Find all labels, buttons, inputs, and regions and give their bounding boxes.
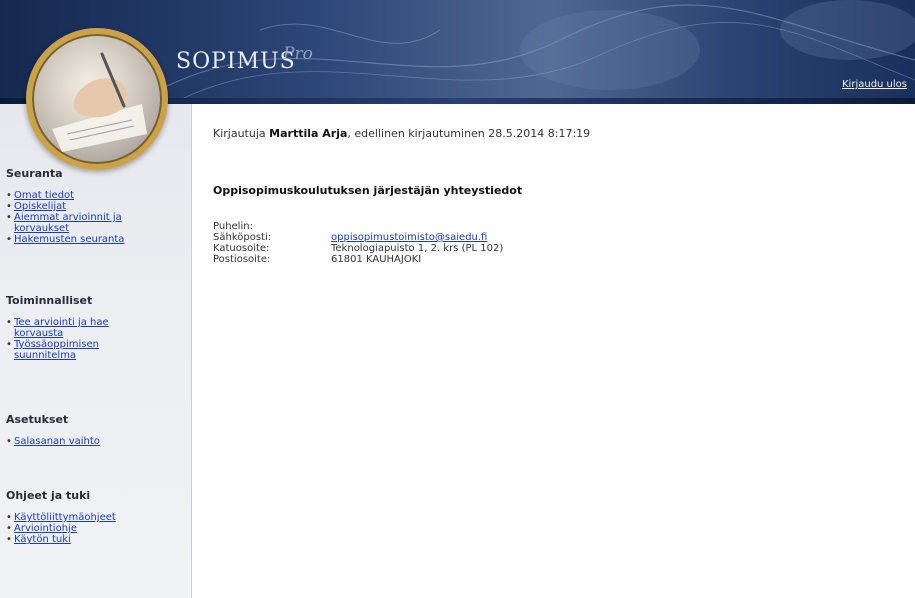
nav-section-seuranta: Seuranta • Omat tiedot • Opiskelijat • Aiem… (0, 167, 191, 245)
login-user-name: Marttila Arja (269, 127, 348, 140)
nav-item: • Käyttöliittymäohjeet (6, 512, 191, 523)
writing-hand-icon (52, 52, 147, 152)
contact-value: 61801 KAUHAJOKI (331, 254, 422, 265)
nav-item: • Omat tiedot (6, 190, 191, 201)
nav-section-ohjeet-ja-tuki: Ohjeet ja tuki • Käyttöliittymäohjeet • Ar… (0, 489, 191, 545)
nav-link-opiskelijat[interactable]: Opiskelijat (14, 201, 164, 212)
contact-label: Katuosoite: (213, 243, 270, 254)
nav-item: • Aiemmat arvioinnit ja korvaukset (6, 212, 191, 234)
bullet-icon: • (6, 534, 12, 545)
bullet-icon: • (6, 212, 12, 223)
sidebar: Seuranta • Omat tiedot • Opiskelijat • Aiem… (0, 104, 192, 598)
nav-item: • Hakemusten seuranta (6, 234, 191, 245)
contact-section-title: Oppisopimuskoulutuksen järjestäjän yhtey… (213, 184, 523, 197)
nav-link-arviointiohje[interactable]: Arviointiohje (14, 523, 164, 534)
contact-row-email: Sähköposti: oppisopimustoimisto@saiedu.f… (213, 232, 503, 243)
nav-heading: Toiminnalliset (6, 294, 93, 307)
nav-item: • Salasanan vaihto (6, 436, 191, 447)
logout-link[interactable]: Kirjaudu ulos (842, 79, 907, 90)
contact-info-table: Puhelin: Sähköposti: oppisopimustoimisto… (213, 221, 503, 265)
contact-label: Postiosoite: (213, 254, 271, 265)
contact-row-postal-address: Postiosoite: 61801 KAUHAJOKI (213, 254, 503, 265)
nav-link-aiemmat-arvioinnit[interactable]: Aiemmat arvioinnit ja korvaukset (14, 212, 164, 234)
contact-value: Teknologiapuisto 1, 2. krs (PL 102) (331, 243, 504, 254)
logo-photo-icon (26, 28, 168, 170)
bullet-icon: • (6, 317, 12, 328)
nav-item: • Arviointiohje (6, 523, 191, 534)
nav-item: • Työssäoppimisen suunnitelma (6, 339, 191, 361)
nav-link-tyossaoppimisen-suunnitelma[interactable]: Työssäoppimisen suunnitelma (14, 339, 134, 361)
bullet-icon: • (6, 436, 12, 447)
contact-row-phone: Puhelin: (213, 221, 503, 232)
contact-label: Puhelin: (213, 221, 253, 232)
contact-value (331, 221, 503, 232)
nav-heading: Ohjeet ja tuki (6, 489, 91, 502)
nav-link-tee-arviointi[interactable]: Tee arviointi ja hae korvausta (14, 317, 134, 339)
contact-row-street-address: Katuosoite: Teknologiapuisto 1, 2. krs (… (213, 243, 503, 254)
bullet-icon: • (6, 339, 12, 350)
bullet-icon: • (6, 523, 12, 534)
bullet-icon: • (6, 190, 12, 201)
nav-item: • Opiskelijat (6, 201, 191, 212)
app-logo-script: Pro (283, 44, 313, 64)
bullet-icon: • (6, 201, 12, 212)
app-logo-wordmark: SOPIMUS (176, 49, 296, 74)
nav-section-toiminnalliset: Toiminnalliset • Tee arviointi ja hae kor… (0, 294, 191, 361)
login-last-time: , edellinen kirjautuminen 28.5.2014 8:17… (347, 127, 591, 140)
nav-heading: Asetukset (6, 413, 69, 426)
nav-section-asetukset: Asetukset • Salasanan vaihto (0, 413, 191, 447)
login-info: Kirjautuja Marttila Arja, edellinen kirj… (213, 127, 590, 140)
contact-label: Sähköposti: (213, 232, 272, 243)
nav-link-kayttoliittymaohjeet[interactable]: Käyttöliittymäohjeet (14, 512, 164, 523)
nav-link-salasanan-vaihto[interactable]: Salasanan vaihto (14, 436, 164, 447)
nav-item: • Tee arviointi ja hae korvausta (6, 317, 191, 339)
main-content: Kirjautuja Marttila Arja, edellinen kirj… (201, 104, 901, 598)
login-prefix: Kirjautuja (213, 127, 266, 140)
nav-link-kayton-tuki[interactable]: Käytön tuki (14, 534, 164, 545)
nav-link-omat-tiedot[interactable]: Omat tiedot (14, 190, 164, 201)
bullet-icon: • (6, 512, 12, 523)
nav-link-hakemusten-seuranta[interactable]: Hakemusten seuranta (14, 234, 164, 245)
email-link[interactable]: oppisopimustoimisto@saiedu.fi (331, 232, 487, 243)
bullet-icon: • (6, 234, 12, 245)
nav-item: • Käytön tuki (6, 534, 191, 545)
